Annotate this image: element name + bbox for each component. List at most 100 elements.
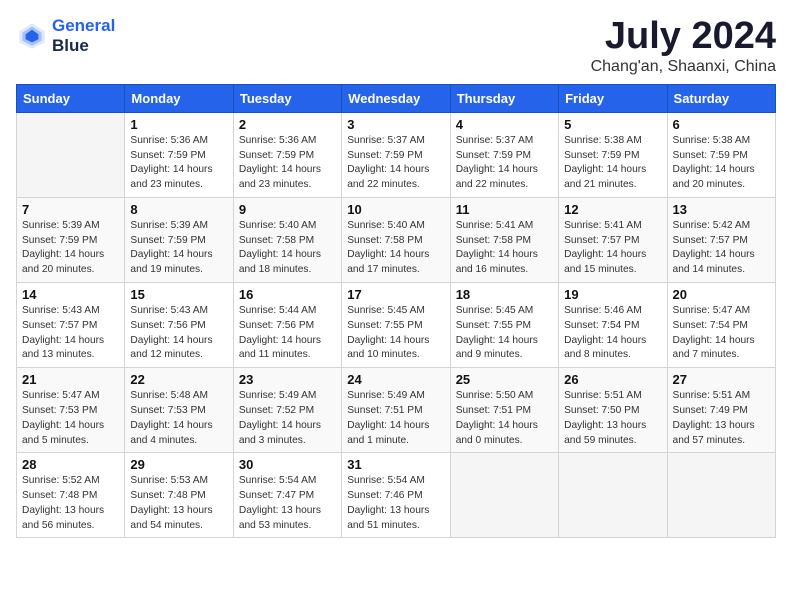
calendar-cell: 10Sunrise: 5:40 AMSunset: 7:58 PMDayligh… bbox=[342, 197, 450, 282]
day-info: Sunrise: 5:45 AMSunset: 7:55 PMDaylight:… bbox=[456, 304, 553, 363]
calendar-cell: 17 Sunrise: 5:45 AMSunset: 7:55 PMDayligh… bbox=[342, 283, 450, 368]
day-number: 16 bbox=[239, 287, 336, 302]
calendar-week-2: 7 Sunrise: 5:39 AMSunset: 7:59 PMDaylight… bbox=[17, 197, 776, 282]
weekday-header-wednesday: Wednesday bbox=[342, 84, 450, 112]
day-number: 18 bbox=[456, 287, 553, 302]
day-number: 23 bbox=[239, 372, 336, 387]
day-info: Sunrise: 5:49 AMSunset: 7:51 PMDaylight:… bbox=[347, 389, 444, 448]
day-number: 21 bbox=[22, 372, 119, 387]
calendar-cell: 9 Sunrise: 5:40 AMSunset: 7:58 PMDaylight… bbox=[233, 197, 341, 282]
weekday-header-tuesday: Tuesday bbox=[233, 84, 341, 112]
calendar-cell: 29 Sunrise: 5:53 AMSunset: 7:48 PMDayligh… bbox=[125, 453, 233, 538]
day-info: Sunrise: 5:39 AMSunset: 7:59 PMDaylight:… bbox=[22, 219, 119, 278]
day-info: Sunrise: 5:37 AMSunset: 7:59 PMDaylight:… bbox=[456, 134, 553, 193]
day-info: Sunrise: 5:45 AMSunset: 7:55 PMDaylight:… bbox=[347, 304, 444, 363]
location-subtitle: Chang'an, Shaanxi, China bbox=[591, 58, 776, 76]
day-number: 13 bbox=[673, 202, 770, 217]
day-info: Sunrise: 5:43 AMSunset: 7:56 PMDaylight:… bbox=[130, 304, 227, 363]
day-number: 5 bbox=[564, 117, 661, 132]
weekday-header-thursday: Thursday bbox=[450, 84, 558, 112]
calendar-cell: 31 Sunrise: 5:54 AMSunset: 7:46 PMDayligh… bbox=[342, 453, 450, 538]
calendar-cell: 16 Sunrise: 5:44 AMSunset: 7:56 PMDayligh… bbox=[233, 283, 341, 368]
calendar-cell: 8Sunrise: 5:39 AMSunset: 7:59 PMDaylight… bbox=[125, 197, 233, 282]
calendar-cell: 2Sunrise: 5:36 AMSunset: 7:59 PMDaylight… bbox=[233, 112, 341, 197]
calendar-cell: 14Sunrise: 5:43 AMSunset: 7:57 PMDayligh… bbox=[17, 283, 125, 368]
day-number: 25 bbox=[456, 372, 553, 387]
calendar-cell: 6 Sunrise: 5:38 AMSunset: 7:59 PMDaylight… bbox=[667, 112, 775, 197]
calendar-cell: 1Sunrise: 5:36 AMSunset: 7:59 PMDaylight… bbox=[125, 112, 233, 197]
calendar-cell: 19 Sunrise: 5:46 AMSunset: 7:54 PMDayligh… bbox=[559, 283, 667, 368]
calendar-cell: 5 Sunrise: 5:38 AMSunset: 7:59 PMDaylight… bbox=[559, 112, 667, 197]
calendar-cell bbox=[17, 112, 125, 197]
calendar-cell: 20Sunrise: 5:47 AMSunset: 7:54 PMDayligh… bbox=[667, 283, 775, 368]
day-number: 4 bbox=[456, 117, 553, 132]
calendar-cell: 12 Sunrise: 5:41 AMSunset: 7:57 PMDayligh… bbox=[559, 197, 667, 282]
day-number: 20 bbox=[673, 287, 770, 302]
day-info: Sunrise: 5:37 AMSunset: 7:59 PMDaylight:… bbox=[347, 134, 444, 193]
day-info: Sunrise: 5:53 AMSunset: 7:48 PMDaylight:… bbox=[130, 474, 227, 533]
weekday-header-saturday: Saturday bbox=[667, 84, 775, 112]
day-number: 7 bbox=[22, 202, 119, 217]
calendar-cell: 23 Sunrise: 5:49 AMSunset: 7:52 PMDayligh… bbox=[233, 368, 341, 453]
day-info: Sunrise: 5:54 AMSunset: 7:46 PMDaylight:… bbox=[347, 474, 444, 533]
day-info: Sunrise: 5:51 AMSunset: 7:50 PMDaylight:… bbox=[564, 389, 661, 448]
day-number: 27 bbox=[673, 372, 770, 387]
day-info: Sunrise: 5:50 AMSunset: 7:51 PMDaylight:… bbox=[456, 389, 553, 448]
day-number: 12 bbox=[564, 202, 661, 217]
day-info: Sunrise: 5:39 AMSunset: 7:59 PMDaylight:… bbox=[130, 219, 227, 278]
calendar-cell: 28Sunrise: 5:52 AMSunset: 7:48 PMDayligh… bbox=[17, 453, 125, 538]
day-number: 3 bbox=[347, 117, 444, 132]
day-number: 24 bbox=[347, 372, 444, 387]
calendar-cell: 27 Sunrise: 5:51 AMSunset: 7:49 PMDayligh… bbox=[667, 368, 775, 453]
day-info: Sunrise: 5:46 AMSunset: 7:54 PMDaylight:… bbox=[564, 304, 661, 363]
day-number: 15 bbox=[130, 287, 227, 302]
day-number: 19 bbox=[564, 287, 661, 302]
month-year-title: July 2024 bbox=[591, 16, 776, 58]
calendar-cell: 18 Sunrise: 5:45 AMSunset: 7:55 PMDayligh… bbox=[450, 283, 558, 368]
day-number: 11 bbox=[456, 202, 553, 217]
day-number: 28 bbox=[22, 457, 119, 472]
calendar-cell: 30 Sunrise: 5:54 AMSunset: 7:47 PMDayligh… bbox=[233, 453, 341, 538]
day-info: Sunrise: 5:40 AMSunset: 7:58 PMDaylight:… bbox=[239, 219, 336, 278]
day-info: Sunrise: 5:38 AMSunset: 7:59 PMDaylight:… bbox=[673, 134, 770, 193]
day-info: Sunrise: 5:43 AMSunset: 7:57 PMDaylight:… bbox=[22, 304, 119, 363]
day-number: 31 bbox=[347, 457, 444, 472]
day-info: Sunrise: 5:41 AMSunset: 7:58 PMDaylight:… bbox=[456, 219, 553, 278]
day-info: Sunrise: 5:40 AMSunset: 7:58 PMDaylight:… bbox=[347, 219, 444, 278]
day-number: 26 bbox=[564, 372, 661, 387]
calendar-table: SundayMondayTuesdayWednesdayThursdayFrid… bbox=[16, 84, 776, 539]
day-info: Sunrise: 5:44 AMSunset: 7:56 PMDaylight:… bbox=[239, 304, 336, 363]
logo: General Blue bbox=[16, 16, 115, 57]
day-number: 9 bbox=[239, 202, 336, 217]
day-info: Sunrise: 5:47 AMSunset: 7:53 PMDaylight:… bbox=[22, 389, 119, 448]
day-info: Sunrise: 5:36 AMSunset: 7:59 PMDaylight:… bbox=[239, 134, 336, 193]
weekday-header-monday: Monday bbox=[125, 84, 233, 112]
day-number: 29 bbox=[130, 457, 227, 472]
calendar-cell: 3 Sunrise: 5:37 AMSunset: 7:59 PMDaylight… bbox=[342, 112, 450, 197]
day-info: Sunrise: 5:51 AMSunset: 7:49 PMDaylight:… bbox=[673, 389, 770, 448]
calendar-week-1: 1Sunrise: 5:36 AMSunset: 7:59 PMDaylight… bbox=[17, 112, 776, 197]
day-number: 6 bbox=[673, 117, 770, 132]
day-info: Sunrise: 5:38 AMSunset: 7:59 PMDaylight:… bbox=[564, 134, 661, 193]
calendar-cell: 13 Sunrise: 5:42 AMSunset: 7:57 PMDayligh… bbox=[667, 197, 775, 282]
calendar-cell: 4 Sunrise: 5:37 AMSunset: 7:59 PMDaylight… bbox=[450, 112, 558, 197]
weekday-header-friday: Friday bbox=[559, 84, 667, 112]
day-info: Sunrise: 5:42 AMSunset: 7:57 PMDaylight:… bbox=[673, 219, 770, 278]
day-info: Sunrise: 5:48 AMSunset: 7:53 PMDaylight:… bbox=[130, 389, 227, 448]
calendar-cell: 7 Sunrise: 5:39 AMSunset: 7:59 PMDaylight… bbox=[17, 197, 125, 282]
calendar-week-4: 21 Sunrise: 5:47 AMSunset: 7:53 PMDayligh… bbox=[17, 368, 776, 453]
logo-text: General Blue bbox=[52, 16, 115, 57]
calendar-cell bbox=[667, 453, 775, 538]
day-info: Sunrise: 5:49 AMSunset: 7:52 PMDaylight:… bbox=[239, 389, 336, 448]
calendar-week-3: 14Sunrise: 5:43 AMSunset: 7:57 PMDayligh… bbox=[17, 283, 776, 368]
day-info: Sunrise: 5:54 AMSunset: 7:47 PMDaylight:… bbox=[239, 474, 336, 533]
day-number: 30 bbox=[239, 457, 336, 472]
calendar-cell: 22Sunrise: 5:48 AMSunset: 7:53 PMDayligh… bbox=[125, 368, 233, 453]
calendar-cell bbox=[559, 453, 667, 538]
calendar-week-5: 28Sunrise: 5:52 AMSunset: 7:48 PMDayligh… bbox=[17, 453, 776, 538]
calendar-cell bbox=[450, 453, 558, 538]
day-info: Sunrise: 5:41 AMSunset: 7:57 PMDaylight:… bbox=[564, 219, 661, 278]
page-header: General Blue July 2024 Chang'an, Shaanxi… bbox=[16, 16, 776, 76]
day-number: 17 bbox=[347, 287, 444, 302]
day-info: Sunrise: 5:36 AMSunset: 7:59 PMDaylight:… bbox=[130, 134, 227, 193]
